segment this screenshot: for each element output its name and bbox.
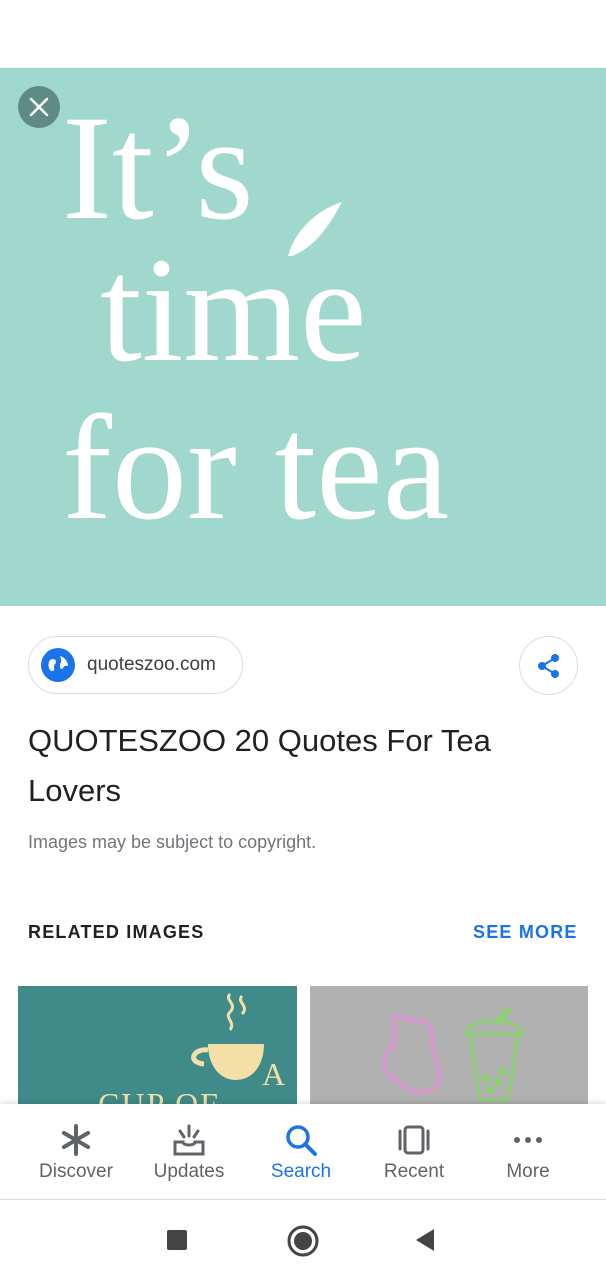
related-images-heading: RELATED IMAGES — [28, 922, 205, 942]
source-link-chip[interactable]: quoteszoo.com — [28, 636, 243, 694]
tabs-icon — [398, 1125, 430, 1155]
nav-label: Recent — [383, 1161, 445, 1182]
home-circle-icon[interactable] — [286, 1224, 320, 1258]
related-image-thumbnail[interactable]: A CUP OF TEA — [18, 986, 297, 1106]
bottom-navigation: Discover Updates Search Recent More — [0, 1104, 606, 1200]
nav-more[interactable]: More — [472, 1104, 584, 1200]
back-triangle-icon[interactable] — [414, 1228, 436, 1252]
related-image-thumbnail[interactable] — [310, 986, 588, 1106]
source-domain: quoteszoo.com — [87, 654, 216, 675]
nav-recent[interactable]: Recent — [358, 1104, 470, 1200]
globe-icon — [41, 648, 75, 682]
nav-label: Discover — [39, 1161, 113, 1182]
hero-image[interactable]: It’s time for tea — [0, 68, 606, 606]
nav-label: Search — [270, 1161, 332, 1182]
asterisk-icon — [62, 1124, 90, 1156]
close-button[interactable] — [18, 86, 60, 128]
bubble-tea-icon — [382, 1006, 524, 1102]
share-button[interactable] — [519, 636, 578, 695]
nav-discover[interactable]: Discover — [20, 1104, 132, 1200]
inbox-icon — [173, 1124, 205, 1156]
system-navigation-bar — [0, 1200, 606, 1280]
nav-search[interactable]: Search — [245, 1104, 357, 1200]
hero-image-art: It’s time for tea — [62, 85, 449, 551]
thumbnail-text-2: CUP OF TEA — [98, 1086, 220, 1106]
nav-label: More — [506, 1161, 550, 1182]
hero-text-line2: time — [100, 227, 367, 393]
see-more-link[interactable]: SEE MORE — [473, 922, 578, 943]
nav-updates[interactable]: Updates — [133, 1104, 245, 1200]
close-icon — [29, 97, 49, 117]
nav-label: Updates — [153, 1161, 225, 1182]
share-icon — [537, 653, 559, 678]
more-dots-icon — [514, 1137, 542, 1143]
recents-square-icon[interactable] — [166, 1229, 188, 1251]
result-title[interactable]: QUOTESZOO 20 Quotes For Tea Lovers — [28, 716, 568, 816]
hero-text-line3: for tea — [62, 385, 449, 551]
search-icon — [286, 1125, 317, 1156]
copyright-note: Images may be subject to copyright. — [28, 832, 317, 852]
google-app-image-viewer: It’s time for tea quoteszoo.com QUOTESZO… — [0, 0, 606, 1280]
